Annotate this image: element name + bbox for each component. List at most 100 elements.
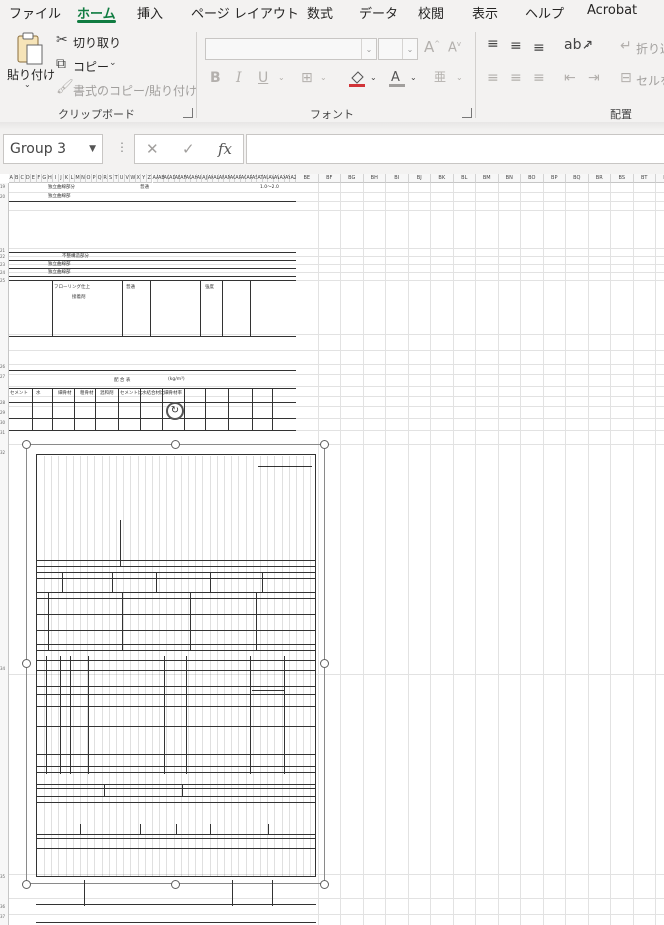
format-painter-button[interactable]: 書式のコピー/貼り付け	[73, 82, 197, 99]
fill-dropdown-icon[interactable]: ⌄	[370, 73, 377, 82]
row-header[interactable]: 20	[0, 194, 9, 202]
resize-handle[interactable]	[320, 440, 329, 449]
merge-button[interactable]: セルを	[636, 72, 664, 89]
formula-input[interactable]	[246, 134, 664, 164]
copy-button[interactable]: コピー	[73, 58, 109, 75]
column-header[interactable]: BJ	[408, 174, 431, 183]
worksheet[interactable]: A B C D E F G H I J K L M N O P Q R S T U V W X Y Z AA AB AC AD AE AF AG…	[0, 174, 664, 925]
row-header[interactable]: 25	[0, 278, 9, 286]
tab-formulas[interactable]: 数式	[307, 0, 333, 23]
tab-insert[interactable]: 挿入	[137, 0, 163, 23]
font-color-dropdown-icon[interactable]: ⌄	[410, 73, 417, 82]
chevron-down-icon[interactable]: ▼	[89, 144, 96, 154]
wrap-text-button[interactable]: 折り返	[636, 40, 664, 57]
decrease-indent-icon[interactable]: ⇤	[564, 70, 576, 86]
column-header[interactable]: BU	[656, 174, 664, 183]
paste-button[interactable]: 貼り付け	[7, 66, 55, 83]
tab-view[interactable]: 表示	[472, 0, 498, 23]
tab-review[interactable]: 校閲	[418, 0, 444, 23]
bold-button[interactable]: B	[210, 70, 221, 86]
cut-button[interactable]: 切り取り	[73, 34, 121, 51]
copy-dropdown-icon[interactable]: ⌄	[109, 58, 117, 68]
font-name-select[interactable]: ⌄	[205, 38, 377, 60]
font-size-select[interactable]: ⌄	[378, 38, 418, 60]
column-header[interactable]: BE	[296, 174, 319, 183]
underline-dropdown-icon[interactable]: ⌄	[278, 73, 285, 82]
resize-handle[interactable]	[22, 440, 31, 449]
more-options-icon[interactable]: ⋮	[116, 140, 128, 154]
phonetic-dropdown-icon[interactable]: ⌄	[456, 73, 463, 82]
phonetic-icon[interactable]: 亜	[434, 68, 446, 85]
increase-indent-icon[interactable]: ⇥	[588, 70, 600, 86]
column-header[interactable]: BQ	[566, 174, 589, 183]
paste-dropdown-icon[interactable]: ⌄	[24, 80, 31, 89]
font-launcher-icon[interactable]	[462, 108, 472, 118]
row-header[interactable]: 35	[0, 874, 9, 882]
merge-icon[interactable]: ⊟	[620, 70, 632, 86]
shrink-font-icon[interactable]: Av	[448, 40, 461, 55]
resize-handle[interactable]	[320, 659, 329, 668]
column-header[interactable]: BP	[543, 174, 566, 183]
grow-font-icon[interactable]: A^	[424, 38, 440, 56]
row-header[interactable]: 30	[0, 420, 9, 428]
column-header[interactable]: BN	[498, 174, 521, 183]
row-header[interactable]: 36	[0, 904, 9, 912]
align-top-icon[interactable]: ≡	[487, 36, 499, 52]
column-header[interactable]: BL	[453, 174, 476, 183]
resize-handle[interactable]	[171, 880, 180, 889]
clipboard-launcher-icon[interactable]	[183, 108, 193, 118]
tab-data[interactable]: データ	[359, 0, 398, 23]
column-header[interactable]: BS	[611, 174, 634, 183]
rotate-handle-icon[interactable]: ↻	[166, 402, 184, 420]
align-left-icon[interactable]: ≡	[487, 70, 499, 86]
resize-handle[interactable]	[22, 880, 31, 889]
format-painter-icon[interactable]: 🖌	[56, 79, 74, 95]
row-header[interactable]: 23	[0, 262, 9, 270]
fill-color-icon[interactable]	[348, 68, 366, 88]
column-header[interactable]: BG	[341, 174, 364, 183]
borders-dropdown-icon[interactable]: ⌄	[320, 73, 327, 82]
font-color-icon[interactable]: A	[388, 68, 406, 88]
align-right-icon[interactable]: ≡	[533, 70, 545, 86]
borders-icon[interactable]: ⊞	[301, 70, 313, 86]
row-header[interactable]: 19	[0, 184, 9, 192]
tab-help[interactable]: ヘルプ	[525, 0, 564, 23]
row-header[interactable]: 37	[0, 914, 9, 922]
tab-acrobat[interactable]: Acrobat	[587, 0, 637, 23]
paste-icon[interactable]	[14, 32, 44, 66]
wrap-text-icon[interactable]: ↵	[620, 38, 632, 54]
row-header[interactable]: 27	[0, 374, 9, 382]
italic-button[interactable]: I	[236, 70, 242, 86]
row-header[interactable]: 29	[0, 410, 9, 418]
scissors-icon[interactable]: ✂	[56, 32, 68, 48]
column-header[interactable]: BR	[588, 174, 611, 183]
tab-page-layout[interactable]: ページ レイアウト	[191, 0, 299, 23]
row-header[interactable]: 28	[0, 400, 9, 408]
resize-handle[interactable]	[171, 440, 180, 449]
name-box[interactable]: Group 3 ▼	[3, 134, 103, 164]
row-header[interactable]: 26	[0, 364, 9, 372]
underline-button[interactable]: U	[258, 70, 268, 86]
column-header[interactable]: BF	[318, 174, 341, 183]
enter-icon[interactable]: ✓	[182, 140, 195, 158]
align-middle-icon[interactable]: ≡	[510, 38, 522, 54]
row-header[interactable]: 24	[0, 270, 9, 278]
tab-file[interactable]: ファイル	[9, 0, 61, 23]
column-header[interactable]: BH	[363, 174, 386, 183]
insert-function-icon[interactable]: fx	[218, 140, 232, 158]
row-header[interactable]: 32	[0, 450, 9, 458]
resize-handle[interactable]	[320, 880, 329, 889]
align-center-icon[interactable]: ≡	[510, 70, 522, 86]
tab-home[interactable]: ホーム	[77, 0, 116, 23]
resize-handle[interactable]	[22, 659, 31, 668]
row-header[interactable]: 31	[0, 430, 9, 438]
column-header[interactable]: BI	[386, 174, 409, 183]
orientation-dropdown-icon[interactable]: ⌄	[584, 40, 591, 49]
copy-icon[interactable]: ⧉	[56, 56, 66, 72]
column-header[interactable]: BT	[633, 174, 656, 183]
column-header[interactable]: BO	[521, 174, 544, 183]
cancel-icon[interactable]: ✕	[146, 140, 159, 158]
column-header[interactable]: BM	[476, 174, 499, 183]
align-bottom-icon[interactable]: ≡	[533, 40, 545, 56]
row-header[interactable]: 34	[0, 666, 9, 674]
